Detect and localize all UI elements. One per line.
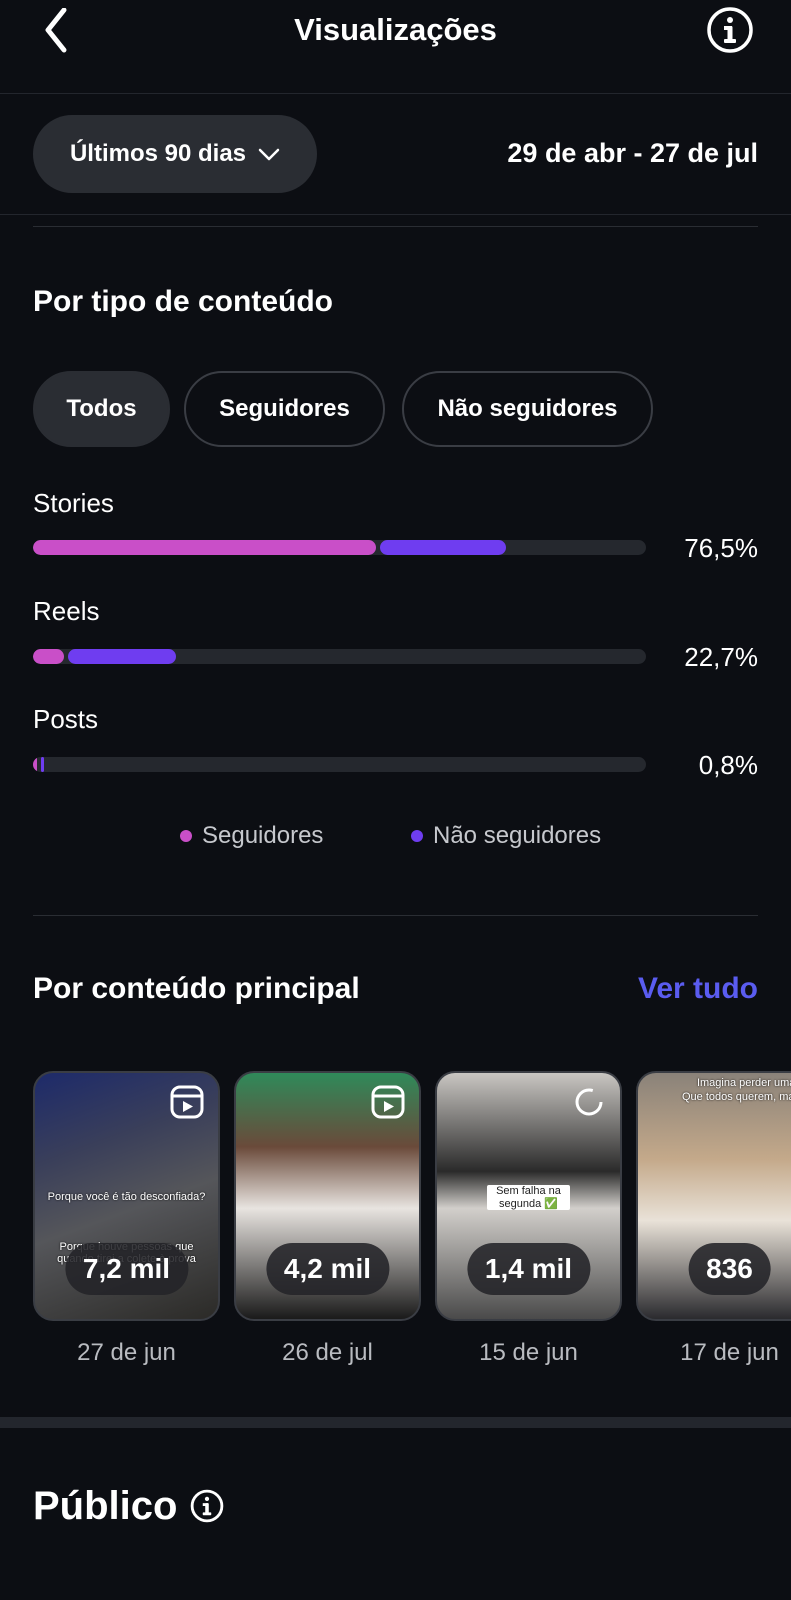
stories-bar	[33, 540, 646, 555]
divider	[33, 915, 758, 916]
date-range-label: Últimos 90 dias	[69, 140, 247, 167]
stories-followers-segment	[33, 540, 376, 555]
reels-nonfollowers-segment	[67, 649, 177, 664]
posts-bar	[33, 757, 646, 772]
tab-all-label: Todos	[66, 395, 137, 422]
thumbnail-caption: Que todos querem, mas ela qu	[681, 1091, 791, 1103]
posts-label: Posts	[33, 704, 99, 734]
content-type-title: Por tipo de conteúdo	[33, 285, 333, 318]
stories-label: Stories	[33, 488, 114, 518]
reels-label: Reels	[33, 596, 100, 626]
audience-info-button[interactable]	[190, 1489, 224, 1523]
views-count: 7,2 mil	[64, 1243, 189, 1295]
thumbnail-caption: Sem falha na segunda ✅	[487, 1185, 570, 1210]
views-count: 1,4 mil	[466, 1243, 591, 1295]
loading-icon	[575, 1088, 603, 1116]
date-range-text: 29 de abr - 27 de jul	[507, 138, 758, 168]
date-range-dropdown[interactable]: Últimos 90 dias	[33, 115, 317, 193]
nonfollowers-dot	[411, 830, 423, 842]
tab-all[interactable]: Todos	[33, 371, 170, 447]
thumbnail-caption: Porque você é tão desconfiada?	[47, 1191, 206, 1203]
reels-followers-segment	[33, 649, 64, 664]
stories-nonfollowers-segment	[379, 540, 506, 555]
audience-title: Público	[33, 1484, 178, 1528]
info-icon	[190, 1489, 224, 1523]
insights-views-screen: Visualizações Últimos 90 dias 29 de abr …	[0, 0, 791, 1600]
content-thumbnail-4[interactable]: Imagina perder uma mulher Que todos quer…	[636, 1071, 791, 1321]
legend-followers-label: Seguidores	[202, 822, 324, 849]
legend-nonfollowers: Não seguidores	[411, 822, 601, 850]
thumbnail-date: 26 de jul	[282, 1339, 373, 1366]
see-all-link[interactable]: Ver tudo	[638, 972, 758, 1006]
legend-nonfollowers-label: Não seguidores	[433, 822, 602, 849]
followers-dot	[180, 830, 192, 842]
content-thumbnail-2[interactable]: 4,2 mil	[234, 1071, 421, 1321]
date-filter-row: Últimos 90 dias 29 de abr - 27 de jul	[0, 94, 791, 215]
legend-followers: Seguidores	[180, 822, 323, 850]
reels-bar	[33, 649, 646, 664]
tab-non-followers-label: Não seguidores	[437, 395, 618, 422]
posts-nonfollowers-segment	[41, 757, 44, 772]
info-button[interactable]	[706, 6, 754, 54]
posts-percent: 0,8%	[698, 750, 758, 780]
chevron-down-icon	[258, 148, 280, 161]
reels-icon	[371, 1085, 405, 1119]
reels-percent: 22,7%	[684, 642, 758, 672]
content-thumbnail-3[interactable]: Sem falha na segunda ✅ 1,4 mil	[435, 1071, 622, 1321]
reels-icon	[170, 1085, 204, 1119]
info-icon	[707, 7, 753, 53]
tab-followers[interactable]: Seguidores	[184, 371, 385, 447]
tab-followers-label: Seguidores	[219, 395, 350, 422]
section-separator	[0, 1417, 791, 1428]
tab-non-followers[interactable]: Não seguidores	[402, 371, 653, 447]
stories-percent: 76,5%	[684, 533, 758, 563]
views-count: 836	[688, 1243, 771, 1295]
content-thumbnail-1[interactable]: Porque você é tão desconfiada? Porque ho…	[33, 1071, 220, 1321]
divider	[33, 226, 758, 227]
thumbnail-date: 17 de jun	[680, 1339, 779, 1366]
thumbnail-caption: Imagina perder uma mulher	[696, 1077, 791, 1089]
thumbnail-date: 27 de jun	[77, 1339, 176, 1366]
thumbnail-date: 15 de jun	[479, 1339, 578, 1366]
top-bar: Visualizações	[0, 0, 791, 94]
page-title: Visualizações	[294, 12, 497, 47]
posts-followers-segment	[33, 757, 37, 772]
views-count: 4,2 mil	[265, 1243, 390, 1295]
top-content-title: Por conteúdo principal	[33, 972, 360, 1005]
